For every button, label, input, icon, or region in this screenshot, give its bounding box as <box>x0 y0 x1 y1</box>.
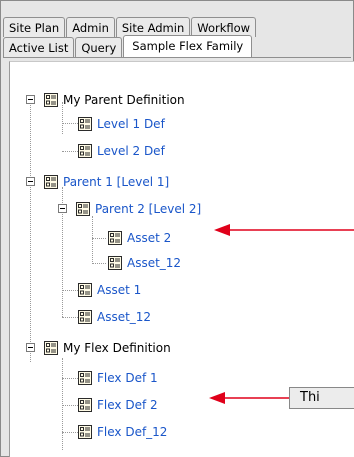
tree-node-label: Flex Def_12 <box>97 425 168 439</box>
tree-node-label: Asset 1 <box>97 283 142 297</box>
tree-node-asset-2[interactable]: Asset 2 <box>108 228 171 248</box>
tree-connector <box>62 317 78 318</box>
app-window: Site Plan Admin Site Admin Workflow Acti… <box>0 0 354 457</box>
document-icon <box>76 202 90 216</box>
tree-node-label: Asset_12 <box>127 256 182 270</box>
tree-node-label: My Parent Definition <box>63 93 185 107</box>
collapse-toggle[interactable] <box>58 204 67 213</box>
tree-node-label: Parent 2 [Level 2] <box>95 202 202 216</box>
tree-connector <box>62 290 78 291</box>
tree-node-label: My Flex Definition <box>63 341 171 355</box>
tree-connector <box>62 151 78 152</box>
tab-active-list[interactable]: Active List <box>3 37 75 57</box>
tree-node-asset-12-nested[interactable]: Asset_12 <box>108 253 181 273</box>
document-icon <box>78 371 92 385</box>
document-icon <box>78 144 92 158</box>
tree-node-asset-12[interactable]: Asset_12 <box>78 307 151 327</box>
tab-query[interactable]: Query <box>75 37 123 57</box>
document-icon <box>44 93 58 107</box>
document-icon <box>78 283 92 297</box>
tab-site-plan[interactable]: Site Plan <box>3 17 66 37</box>
tree-node-label: Asset 2 <box>127 231 172 245</box>
tab-workflow[interactable]: Workflow <box>191 17 257 37</box>
tab-sample-flex-family[interactable]: Sample Flex Family <box>123 35 253 57</box>
tree-node-asset-1[interactable]: Asset 1 <box>78 280 141 300</box>
tree-node-level-1-def[interactable]: Level 1 Def <box>78 114 165 134</box>
collapse-toggle[interactable] <box>26 95 35 104</box>
document-icon <box>108 256 122 270</box>
annotation-arrow-asset-2 <box>214 224 354 236</box>
annotation-arrow-flex-def-2 <box>209 392 291 404</box>
tree-node-my-flex-definition[interactable]: My Flex Definition <box>44 338 171 358</box>
tree-connector <box>92 263 106 264</box>
tree-connector <box>30 100 31 362</box>
document-icon <box>44 175 58 189</box>
tree-connector <box>62 358 63 450</box>
tree-connector <box>92 216 93 264</box>
tab-admin[interactable]: Admin <box>66 17 115 37</box>
tree-node-level-2-def[interactable]: Level 2 Def <box>78 141 165 161</box>
annotation-callout: Thi <box>289 387 354 409</box>
tree-node-label: Flex Def 1 <box>97 371 158 385</box>
collapse-toggle[interactable] <box>26 343 35 352</box>
tab-row-top: Site Plan Admin Site Admin Workflow <box>3 17 257 37</box>
document-icon <box>78 117 92 131</box>
tree-node-flex-def-2[interactable]: Flex Def 2 <box>78 395 158 415</box>
tree-node-label: Level 2 Def <box>97 144 165 158</box>
tree-connector <box>62 123 78 124</box>
tree-node-label: Asset_12 <box>97 310 152 324</box>
collapse-toggle[interactable] <box>26 177 35 186</box>
tree-node-parent-2[interactable]: Parent 2 [Level 2] <box>76 199 201 219</box>
tree-node-label: Parent 1 [Level 1] <box>63 175 170 189</box>
document-icon <box>78 425 92 439</box>
document-icon <box>108 231 122 245</box>
tree-connector <box>92 238 106 239</box>
document-icon <box>78 398 92 412</box>
tree-connector <box>62 432 78 433</box>
tab-row-bottom: Active List Query Sample Flex Family <box>3 35 253 57</box>
tab-divider <box>3 57 351 58</box>
tree-node-label: Flex Def 2 <box>97 398 158 412</box>
tree-node-parent-1[interactable]: Parent 1 [Level 1] <box>44 172 169 192</box>
tree-node-label: Level 1 Def <box>97 117 165 131</box>
tab-site-admin[interactable]: Site Admin <box>115 17 191 37</box>
tree-node-flex-def-1[interactable]: Flex Def 1 <box>78 368 158 388</box>
tree-connector <box>62 405 78 406</box>
tree-node-my-parent-definition[interactable]: My Parent Definition <box>44 90 185 110</box>
tree-node-flex-def-12[interactable]: Flex Def_12 <box>78 422 167 442</box>
document-icon <box>44 341 58 355</box>
tree-connector <box>62 378 78 379</box>
document-icon <box>78 310 92 324</box>
